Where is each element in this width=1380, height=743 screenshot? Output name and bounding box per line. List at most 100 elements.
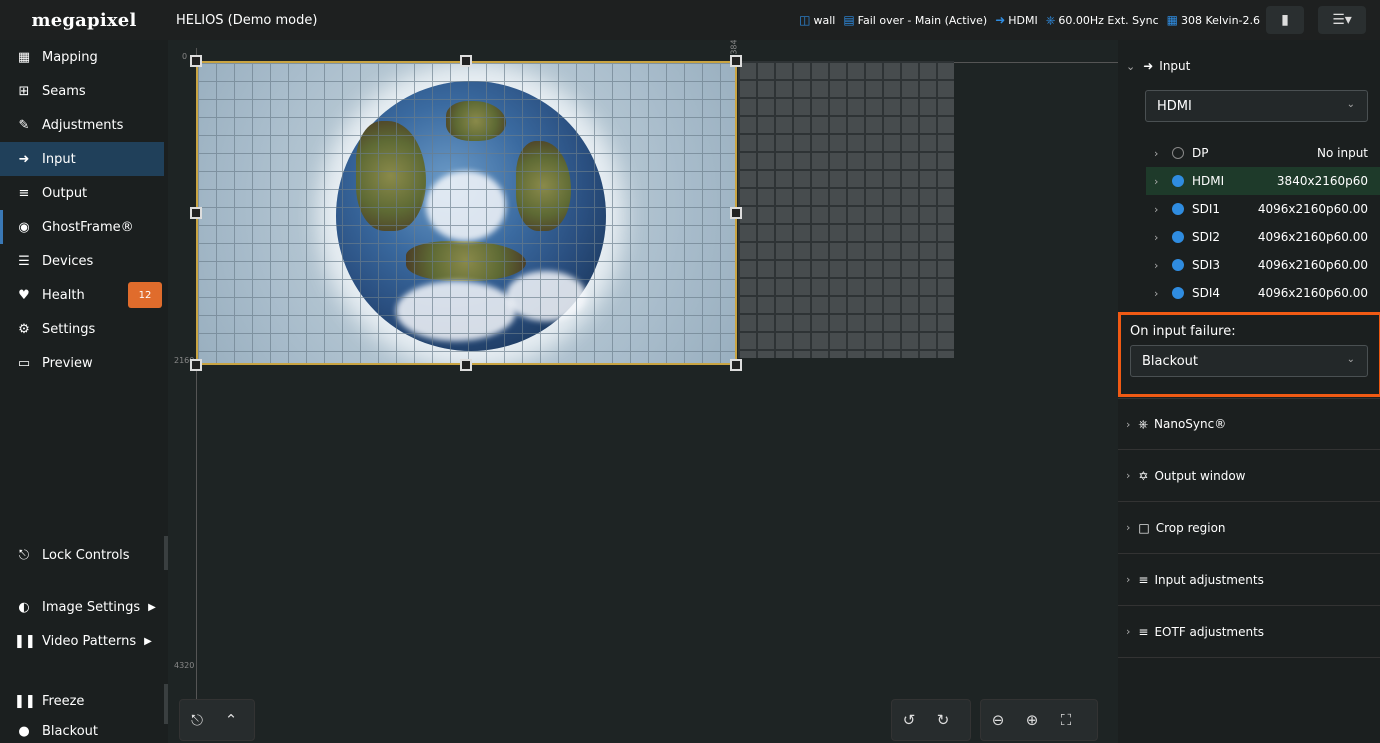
output-icon: ≡ <box>18 185 30 201</box>
sidebar-item-settings[interactable]: ⚙ Settings <box>0 312 164 346</box>
chevron-right-icon: › <box>1126 469 1131 482</box>
image-settings-button[interactable]: ◐ Image Settings ▶ <box>0 590 164 624</box>
crop-icon: □ <box>1138 520 1150 535</box>
unlock-icon: ⎋ <box>191 711 203 729</box>
grid-icon: ▦ <box>17 49 31 65</box>
sidebar-item-health[interactable]: ♥ Health 12 <box>0 278 164 312</box>
input-adjustments-section-header[interactable]: › ≡ Input adjustments <box>1118 554 1380 606</box>
freeze-button[interactable]: ❚❚ Freeze <box>0 684 164 718</box>
sidebar-item-ghostframe[interactable]: ◉ GhostFrame® <box>0 210 164 244</box>
database-icon: ◫ <box>799 13 811 27</box>
sidebar-item-preview[interactable]: ▭ Preview <box>0 346 164 380</box>
source-row-sdi2[interactable]: › SDI2 4096x2160p60.00 <box>1146 223 1380 251</box>
resize-handle[interactable] <box>190 55 202 67</box>
table-icon: ▦ <box>1166 13 1179 27</box>
seams-icon: ⊞ <box>18 83 30 99</box>
mapping-canvas[interactable]: 0 3840 2160 4320 ⎋ ⌃ ↺ ↻ ⊖ ⊕ ⛶ <box>168 40 1118 743</box>
chat-button[interactable]: ▮ <box>1266 6 1304 34</box>
sidebar: ▦ Mapping ⊞ Seams ✎ Adjustments ➜ Input … <box>0 40 168 743</box>
heartbeat-icon: ♥ <box>18 287 30 303</box>
resize-handle[interactable] <box>730 207 742 219</box>
bulb-icon: ● <box>18 723 30 739</box>
pause-icon: ❚❚ <box>14 693 36 709</box>
barcode-icon: ❚❚ <box>14 633 36 649</box>
signal-indicator <box>1172 203 1184 215</box>
expand-icon: ⛶ <box>1060 711 1072 729</box>
list-icon: ☰ <box>18 253 30 269</box>
chevron-right-icon: › <box>1154 286 1159 300</box>
crop-region-section-header[interactable]: › □ Crop region <box>1118 502 1380 554</box>
undo-button[interactable]: ↺ <box>892 703 926 737</box>
output-window-section-header[interactable]: › ✡ Output window <box>1118 450 1380 502</box>
status-profile[interactable]: ▦ 308 Kelvin-2.6 <box>1167 14 1260 27</box>
input-section-header[interactable]: ⌄ ➜ Input <box>1118 40 1380 92</box>
resize-handle[interactable] <box>190 359 202 371</box>
redo-icon: ↻ <box>936 711 950 729</box>
resize-handle[interactable] <box>460 55 472 67</box>
canvas-lock-controls: ⎋ ⌃ <box>179 699 255 741</box>
chevron-up-icon: ⌃ <box>224 711 238 729</box>
mapping-grid-overlay <box>198 63 735 363</box>
source-row-sdi1[interactable]: › SDI1 4096x2160p60.00 <box>1146 195 1380 223</box>
input-failure-highlight <box>1118 312 1380 397</box>
signal-indicator <box>1172 175 1184 187</box>
health-badge: 12 <box>128 282 162 308</box>
status-input[interactable]: ➜ HDMI <box>995 14 1038 27</box>
source-row-sdi3[interactable]: › SDI3 4096x2160p60.00 <box>1146 251 1380 279</box>
input-preview-image[interactable] <box>196 61 737 365</box>
chevron-right-icon: › <box>1126 625 1131 638</box>
unlock-canvas-button[interactable]: ⎋ <box>180 703 214 737</box>
zoom-in-button[interactable]: ⊕ <box>1015 703 1049 737</box>
lock-controls-button[interactable]: ⎋ Lock Controls <box>0 538 164 572</box>
top-bar: megapixel HELIOS (Demo mode) ◫ wall ▤ Fa… <box>0 0 1380 40</box>
sidebar-item-adjustments[interactable]: ✎ Adjustments <box>0 108 164 142</box>
chevron-right-icon: › <box>1126 573 1131 586</box>
caret-right-icon: ▶ <box>148 601 156 613</box>
ruler-label-origin: 0 <box>182 52 188 61</box>
brush-icon: ✎ <box>18 117 30 133</box>
blackout-button[interactable]: ● Blackout <box>0 718 164 743</box>
video-patterns-button[interactable]: ❚❚ Video Patterns ▶ <box>0 624 164 658</box>
server-icon: ▤ <box>843 13 855 27</box>
chevron-right-icon: › <box>1154 202 1159 216</box>
sidebar-item-mapping[interactable]: ▦ Mapping <box>0 40 164 74</box>
status-sync[interactable]: ⎈ 60.00Hz Ext. Sync <box>1046 14 1159 27</box>
resize-handle[interactable] <box>730 55 742 67</box>
resize-handle[interactable] <box>730 359 742 371</box>
database-dropdown-icon: ☰▾ <box>1332 12 1352 28</box>
status-wall[interactable]: ◫ wall <box>799 14 835 27</box>
signal-indicator <box>1172 287 1184 299</box>
chevron-right-icon: › <box>1126 417 1131 431</box>
sidebar-item-input[interactable]: ➜ Input <box>0 142 164 176</box>
source-row-dp[interactable]: › DP No input <box>1146 139 1380 167</box>
database-menu-button[interactable]: ☰▾ <box>1318 6 1366 34</box>
fit-screen-button[interactable]: ⛶ <box>1049 703 1083 737</box>
input-icon: ➜ <box>18 151 30 167</box>
resize-handle[interactable] <box>460 359 472 371</box>
sidebar-item-output[interactable]: ≡ Output <box>0 176 164 210</box>
input-icon: ➜ <box>995 13 1006 27</box>
nanosync-section-header[interactable]: › ⎈ NanoSync® <box>1118 398 1380 450</box>
input-icon: ➜ <box>1143 59 1154 73</box>
monitor-icon: ▭ <box>17 355 31 371</box>
unlock-icon: ⎋ <box>18 547 30 563</box>
megapixel-logo: megapixel <box>31 9 137 31</box>
zoom-out-button[interactable]: ⊖ <box>981 703 1015 737</box>
sliders-icon: ≡ <box>1138 624 1149 639</box>
input-source-select[interactable]: HDMI ⌄ <box>1145 90 1368 122</box>
sidebar-item-devices[interactable]: ☰ Devices <box>0 244 164 278</box>
source-row-hdmi[interactable]: › HDMI 3840x2160p60 <box>1146 167 1380 195</box>
zoom-out-icon: ⊖ <box>991 711 1005 729</box>
status-failover[interactable]: ▤ Fail over - Main (Active) <box>843 14 987 27</box>
chevron-right-icon: › <box>1154 230 1159 244</box>
resize-handle[interactable] <box>190 207 202 219</box>
redo-button[interactable]: ↻ <box>926 703 960 737</box>
zoom-controls: ⊖ ⊕ ⛶ <box>980 699 1098 741</box>
ghostframe-icon: ◉ <box>18 219 30 235</box>
pulse-icon: ⎈ <box>1045 13 1056 27</box>
expand-up-button[interactable]: ⌃ <box>214 703 248 737</box>
eotf-adjustments-section-header[interactable]: › ≡ EOTF adjustments <box>1118 606 1380 658</box>
chevron-right-icon: › <box>1154 146 1159 160</box>
source-row-sdi4[interactable]: › SDI4 4096x2160p60.00 <box>1146 279 1380 307</box>
sidebar-item-seams[interactable]: ⊞ Seams <box>0 74 164 108</box>
